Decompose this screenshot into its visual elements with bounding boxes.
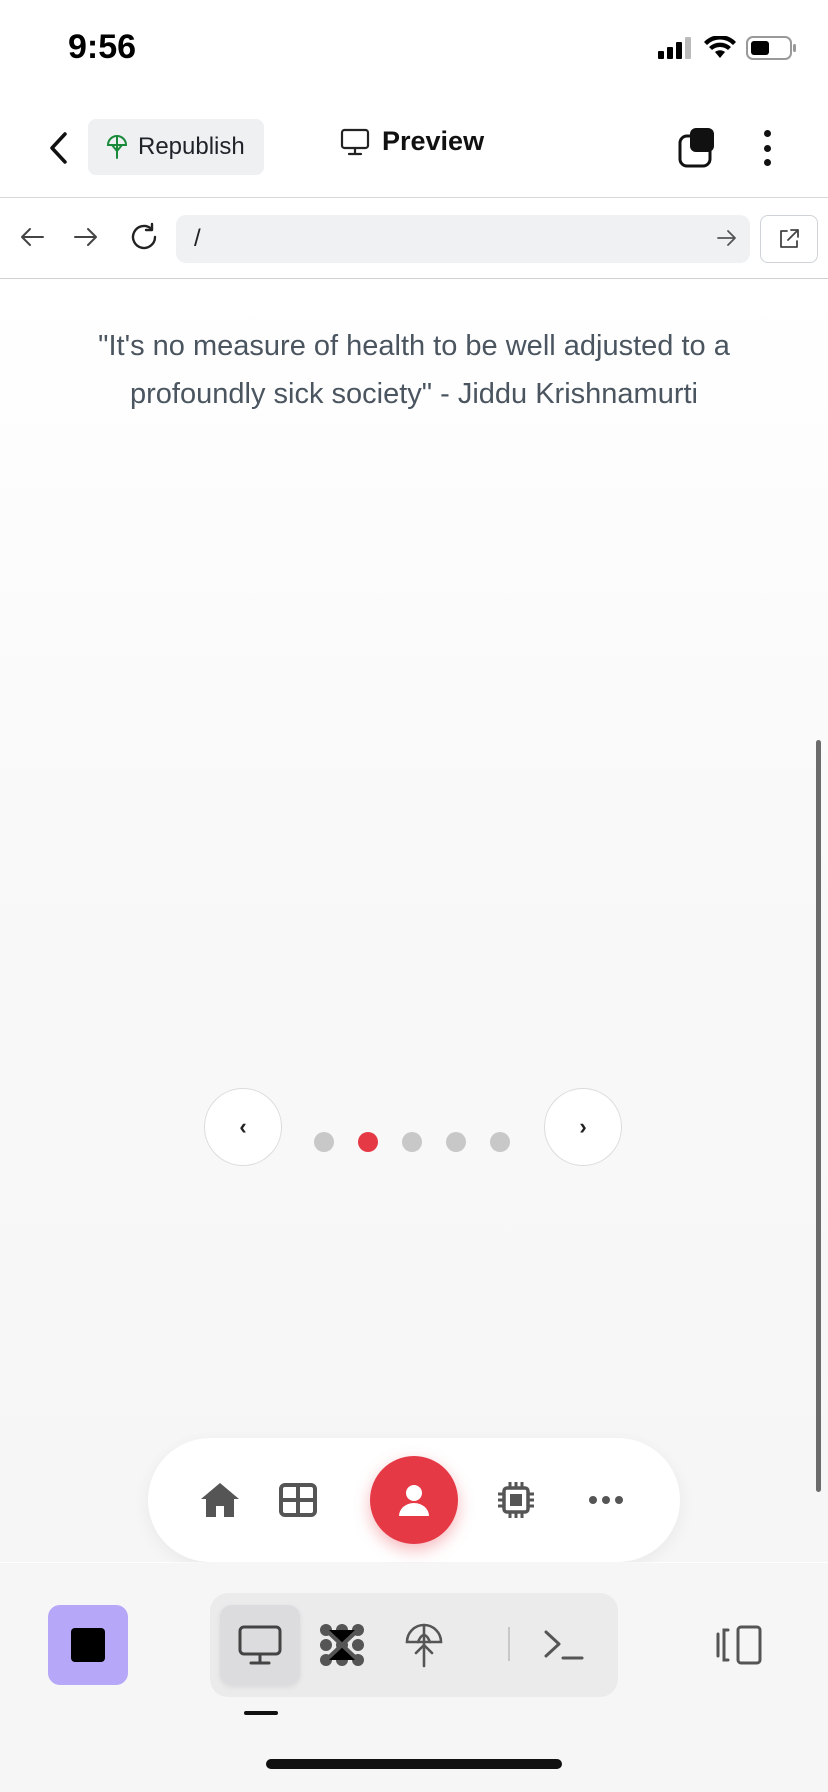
chevron-left-icon (50, 132, 67, 164)
home-indicator[interactable] (266, 1759, 562, 1769)
quote-text: "It's no measure of health to be well ad… (98, 330, 730, 410)
carousel-prev-button[interactable]: ‹ (204, 1088, 282, 1166)
republish-button[interactable]: Republish (88, 119, 264, 175)
chip-icon (498, 1482, 534, 1518)
arrow-left-icon (21, 228, 44, 246)
url-go-icon[interactable] (716, 227, 738, 249)
layers-icon (678, 128, 714, 168)
status-bar: 9:56 (0, 0, 828, 100)
bottom-nav (148, 1438, 680, 1562)
nav-more[interactable] (582, 1476, 630, 1524)
open-external-button[interactable] (760, 215, 818, 263)
carousel-dot[interactable] (402, 1132, 422, 1152)
preview-viewport: "It's no measure of health to be well ad… (0, 280, 828, 1562)
carousel-next-button[interactable]: › (544, 1088, 622, 1166)
deploy-icon (106, 135, 128, 159)
terminal-icon (544, 1630, 584, 1660)
signal-icon (658, 37, 691, 59)
carousel-dot[interactable] (446, 1132, 466, 1152)
tool-preview[interactable] (220, 1605, 300, 1685)
tool-terminal[interactable] (524, 1605, 604, 1685)
wifi-icon (704, 36, 736, 58)
layers-button[interactable] (676, 126, 720, 170)
battery-icon (746, 36, 796, 60)
preview-label: Preview (382, 126, 485, 156)
url-input[interactable] (176, 215, 750, 263)
browser-reload-button[interactable] (126, 219, 162, 255)
back-button[interactable] (38, 128, 78, 168)
profile-icon (399, 1485, 429, 1516)
deploy-icon (405, 1623, 443, 1668)
nav-home[interactable] (196, 1476, 244, 1524)
kebab-icon (763, 130, 771, 137)
nodes-icon (320, 1624, 364, 1666)
url-bar (176, 215, 750, 263)
carousel-dot[interactable] (490, 1132, 510, 1152)
nav-profile[interactable] (370, 1456, 458, 1544)
nav-chip[interactable] (492, 1476, 540, 1524)
panel-toggle-icon (716, 1625, 762, 1665)
monitor-icon (340, 128, 370, 155)
preview-tab[interactable]: Preview (340, 126, 484, 157)
arrow-right-icon (74, 228, 97, 246)
tool-separator (508, 1627, 510, 1661)
tool-deploy[interactable] (384, 1605, 464, 1685)
app-header: Republish Preview (0, 100, 828, 198)
carousel-dots (314, 1132, 510, 1152)
carousel-dot-active[interactable] (358, 1132, 378, 1152)
carousel-dot[interactable] (314, 1132, 334, 1152)
external-link-icon (780, 229, 799, 248)
monitor-icon (238, 1625, 282, 1665)
more-icon (589, 1496, 623, 1504)
tool-group (210, 1593, 618, 1697)
republish-label: Republish (138, 133, 245, 160)
nav-grid[interactable] (274, 1476, 322, 1524)
scrollbar[interactable] (816, 740, 821, 1492)
status-time: 9:56 (68, 28, 137, 66)
stop-icon (71, 1628, 105, 1662)
panel-toggle-button[interactable] (714, 1623, 764, 1667)
grid-icon (279, 1483, 317, 1517)
browser-bar (0, 199, 828, 279)
browser-back-button[interactable] (14, 219, 50, 255)
stop-button[interactable] (48, 1605, 128, 1685)
more-menu-button[interactable] (752, 126, 782, 170)
active-tool-indicator (244, 1711, 278, 1715)
reload-icon (131, 222, 157, 250)
tool-nodes[interactable] (302, 1605, 382, 1685)
browser-forward-button[interactable] (68, 219, 104, 255)
editor-toolbar (0, 1563, 828, 1792)
status-icons (658, 36, 798, 60)
home-icon (201, 1483, 239, 1517)
